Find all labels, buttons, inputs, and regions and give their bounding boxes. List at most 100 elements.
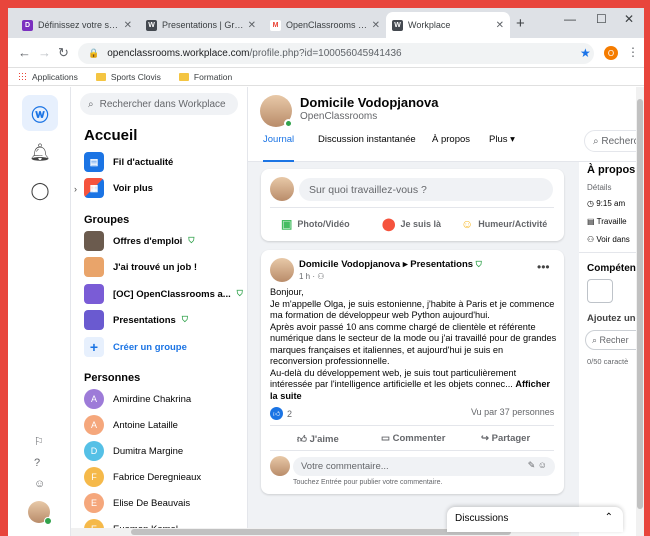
emoji-icon[interactable]: ☺ [34,478,45,490]
reactions[interactable]: 👍︎ 2 [270,407,292,420]
tab-presentations[interactable]: W Presentations | Groupe | W ✕ [140,12,262,38]
comment-hint: Touchez Entrée pour publier votre commen… [293,479,443,486]
person-avatar: D [84,441,104,461]
person-name: Amirdine Chakrina [113,393,192,405]
main-content: Domicile Vodopjanova OpenClassrooms Jour… [248,87,644,536]
sidebar-item-see-more[interactable]: ▦ Voir plus [84,177,244,199]
tab-title: Workplace [408,20,451,30]
bookmark-formation[interactable]: Formation [178,72,232,82]
new-tab-button[interactable]: + [516,15,525,32]
check-in-button[interactable]: ⬤ Je suis là [382,217,441,231]
person-item[interactable]: E Elise De Beauvais [84,492,244,514]
action-label: Commenter [392,433,446,444]
workplace-home-icon[interactable]: ⓦ [22,95,58,131]
person-item[interactable]: F Fabrice Deregnieaux [84,466,244,488]
tab-instant-discussion[interactable]: Discussion instantanée [318,134,416,162]
chevron-right-icon[interactable]: › [74,184,77,194]
person-item[interactable]: A Antoine Lataille [84,414,244,436]
profile-search-input[interactable]: ⌕ Recherch [584,130,636,152]
scroll-thumb[interactable] [637,99,643,509]
group-label: Presentations [113,314,176,326]
bookmark-label: Sports Clovis [110,71,161,82]
author-avatar[interactable] [270,258,294,282]
bookmark-applications[interactable]: Applications [18,72,78,82]
sidebar: ⌕ Rechercher dans Workplace Accueil ▤ Fil … [71,87,248,536]
attach-emoji-icons[interactable]: ✎ ☺ [528,460,547,471]
bookmark-star-icon[interactable]: ★ [580,46,591,60]
chat-dock[interactable]: Discussions ⌃ [447,507,623,532]
group-item[interactable]: Offres d'emploi ⛉ [84,230,244,252]
group-item[interactable]: J'ai trouvé un job ! [84,256,244,278]
photo-icon: ▣ [281,217,293,231]
like-button[interactable]: 👍︎ J'aime [297,433,339,445]
close-icon[interactable]: ✕ [248,20,256,31]
vertical-scrollbar[interactable] [636,87,644,536]
tab-strategie[interactable]: D Définissez votre stratégie c ✕ [16,12,138,38]
back-button[interactable]: ← [18,45,31,60]
forward-button[interactable]: → [38,45,51,60]
like-count: 2 [287,408,293,419]
post-paragraph: Bonjour, [270,287,304,297]
workplace-search-input[interactable]: ⌕ Rechercher dans Workplace [80,93,238,115]
bookmark-sports-clovis[interactable]: Sports Clovis [95,71,161,82]
tab-title: OpenClassrooms vous invi [286,20,368,30]
about-title: À propos [587,164,636,176]
sidebar-title: Accueil [84,127,138,144]
close-icon[interactable]: ✕ [124,20,132,31]
skills-illustration-icon [587,279,613,303]
share-button[interactable]: ↪ Partager [481,433,530,444]
photo-video-button[interactable]: ▣ Photo/Vidéo [281,217,350,231]
chevron-up-icon[interactable]: ⌃ [605,512,613,523]
group-avatar [84,231,104,251]
url-field[interactable]: 🔒 openclassrooms.workplace.com/profile.ph… [78,43,594,64]
help-icon[interactable]: ? [34,457,40,469]
tab-workplace[interactable]: W Workplace ✕ [386,12,510,38]
comment-input[interactable]: Votre commentaire... ✎ ☺ [293,457,555,476]
seen-count[interactable]: Vu par 37 personnes [471,407,554,417]
comment-button[interactable]: ▭ Commenter [381,433,445,444]
group-item[interactable]: Presentations ⛉ [84,309,244,331]
org-chart-link[interactable]: ⚇ Voir dans [587,235,630,244]
post-author[interactable]: Domicile Vodopjanova [299,259,400,270]
profile-avatar[interactable]: O [604,46,618,60]
create-group-label: Créer un groupe [113,341,187,353]
notifications-bell-icon[interactable]: 🔔︎ [22,135,58,171]
feedback-icon[interactable]: ⚐ [34,435,44,448]
groups-heading: Groupes [84,214,130,226]
smiley-icon: ☺ [461,217,474,231]
create-group-button[interactable]: + Créer un groupe [84,336,244,358]
person-item[interactable]: A Amirdine Chakrina [84,388,244,410]
browser-menu-icon[interactable]: ⋮ [627,45,639,59]
close-icon[interactable]: ✕ [372,20,380,31]
feeling-activity-button[interactable]: ☺ Humeur/Activité [461,217,547,231]
more-options-icon[interactable]: ••• [537,260,550,274]
tab-more[interactable]: Plus ▾ [489,134,515,162]
left-rail: ⓦ 🔔︎ ◯ ⚐ ? ☺ [8,87,71,536]
address-bar: ← → ↻ 🔒 openclassrooms.workplace.com/prof… [8,38,644,68]
add-skill-label: Ajoutez une [587,313,636,324]
lock-icon: 🔒 [88,48,100,58]
tab-gmail[interactable]: M OpenClassrooms vous invi ✕ [264,12,386,38]
person-item[interactable]: D Dumitra Margine [84,440,244,462]
local-time-item: ◷ 9:15 am [587,199,625,208]
reload-button[interactable]: ↻ [58,45,69,61]
chat-bubble-icon[interactable]: ◯ [22,173,58,209]
post-group[interactable]: Presentations [410,259,473,270]
group-item[interactable]: [OC] OpenClassrooms a... ⛉ [84,283,244,305]
tab-journal[interactable]: Journal [263,134,295,162]
divider [270,425,554,426]
sidebar-item-news-feed[interactable]: ▤ Fil d'actualité [84,151,244,173]
group-label: [OC] OpenClassrooms a... [113,288,231,300]
news-feed-icon: ▤ [84,152,104,172]
composer-input[interactable]: Sur quoi travaillez-vous ? [299,178,553,201]
post-time[interactable]: 1 h · [299,272,317,281]
composer-card: Sur quoi travaillez-vous ? ▣ Photo/Vidéo … [261,169,564,241]
maximize-button[interactable]: ☐ [596,12,607,26]
close-icon[interactable]: ✕ [496,20,504,31]
minimize-button[interactable]: — [564,12,576,26]
profile-org[interactable]: OpenClassrooms [300,111,377,122]
action-label: Humeur/Activité [478,219,548,229]
close-window-button[interactable]: ✕ [624,12,634,26]
skill-search-input[interactable]: ⌕ Recher [585,330,636,350]
tab-about[interactable]: À propos [432,134,470,162]
